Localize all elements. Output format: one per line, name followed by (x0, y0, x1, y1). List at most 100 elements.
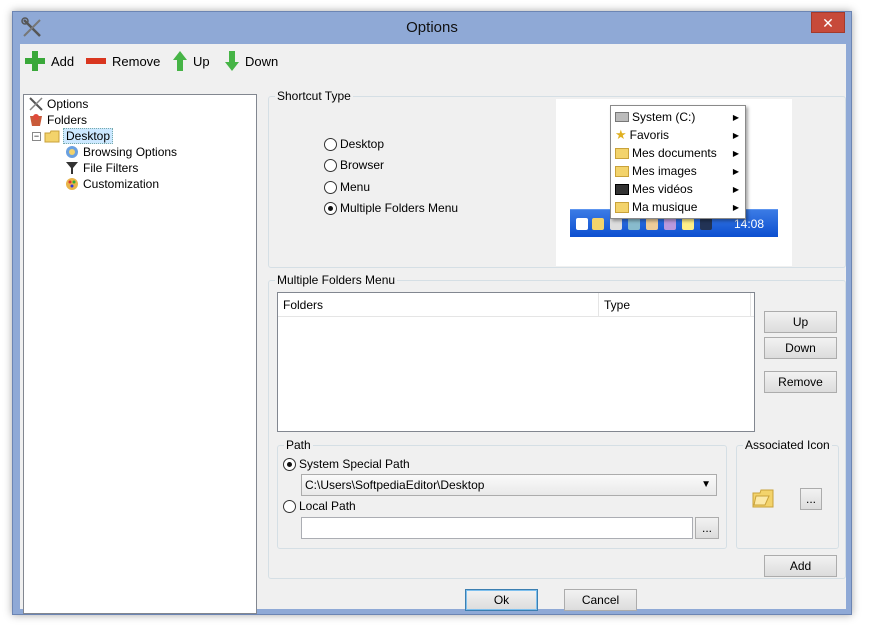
tray-app-icon (628, 218, 640, 230)
shortcut-preview: 14:08 System (C:) ▶ ★ Favoris ▶ Mes docume… (556, 99, 792, 266)
menu-item: Ma musique ▶ (615, 198, 743, 216)
menu-item-label: System (C:) (632, 110, 696, 124)
system-path-value: C:\Users\SoftpediaEditor\Desktop (305, 478, 485, 492)
radio-button[interactable] (283, 499, 296, 513)
options-tree[interactable]: Options Folders − Desktop Browsing Optio… (23, 94, 257, 614)
tree-label: Options (47, 97, 89, 111)
menu-item-label: Mes images (632, 164, 697, 178)
up-button[interactable]: Up (172, 50, 210, 72)
submenu-arrow-icon: ▶ (732, 202, 739, 212)
radio-button[interactable] (324, 158, 337, 172)
submenu-arrow-icon: ▶ (732, 130, 739, 140)
tray-app-icon (664, 218, 676, 230)
filter-icon (66, 162, 78, 174)
remove-label: Remove (112, 53, 161, 69)
add-button[interactable]: Add (24, 50, 74, 72)
music-folder-icon (615, 201, 629, 213)
radio-browser[interactable]: Browser (324, 158, 384, 172)
menu-item-label: Mes vidéos (632, 182, 693, 196)
menu-item: Mes images ▶ (615, 162, 743, 180)
tree-item-file-filters[interactable]: File Filters (64, 160, 138, 176)
submenu-arrow-icon: ▶ (732, 166, 739, 176)
up-label: Up (193, 53, 210, 69)
preview-menu: System (C:) ▶ ★ Favoris ▶ Mes documents ▶ M… (610, 105, 746, 219)
associated-icon-group: Associated Icon ... (736, 438, 839, 549)
radio-menu[interactable]: Menu (324, 180, 370, 194)
down-button[interactable]: Down (224, 50, 278, 72)
submenu-arrow-icon: ▶ (732, 148, 739, 158)
tree-label: Folders (47, 113, 88, 127)
desktop-folder-icon (44, 130, 60, 143)
menu-item-label: Mes documents (632, 146, 717, 160)
radio-label: Local Path (299, 499, 356, 513)
associated-icon-label: Associated Icon (743, 438, 832, 452)
tree-item-customization[interactable]: Customization (64, 176, 159, 192)
radio-system-special-path[interactable]: System Special Path (283, 457, 410, 471)
shortcut-type-label: Shortcut Type (275, 89, 353, 103)
down-label: Down (245, 53, 279, 69)
desktop-folder-icon (752, 489, 774, 508)
radio-button[interactable] (324, 137, 337, 151)
folder-icon (592, 218, 604, 230)
arrow-down-icon (225, 51, 239, 71)
path-label: Path (284, 438, 313, 452)
icon-browse-button[interactable]: ... (800, 488, 822, 510)
column-header-folders[interactable]: Folders (278, 293, 599, 317)
list-header: Folders Type (278, 293, 754, 317)
tree-label: File Filters (83, 161, 139, 175)
list-remove-button[interactable]: Remove (764, 371, 837, 393)
list-down-button[interactable]: Down (764, 337, 837, 359)
radio-local-path[interactable]: Local Path (283, 499, 356, 513)
minus-icon (86, 58, 106, 64)
toolbar: Add Remove Up Down (20, 44, 846, 78)
options-window: Options ✕ Add Remove Up Down Options Fol… (12, 11, 852, 615)
tree-item-browsing-options[interactable]: Browsing Options (64, 144, 177, 160)
multiple-folders-group: Multiple Folders Menu Folders Type Up Do… (268, 273, 846, 579)
tree-item-options[interactable]: Options (28, 96, 88, 112)
tray-app-icon (610, 218, 622, 230)
radio-multiple-folders-menu[interactable]: Multiple Folders Menu (324, 201, 458, 215)
tree-label: Browsing Options (83, 145, 178, 159)
menu-item-label: Ma musique (632, 200, 698, 214)
folder-icon (615, 147, 629, 159)
list-up-button[interactable]: Up (764, 311, 837, 333)
radio-button[interactable] (324, 180, 337, 194)
multiple-folders-label: Multiple Folders Menu (275, 273, 398, 287)
column-header-type[interactable]: Type (599, 293, 751, 317)
radio-button-selected[interactable] (283, 457, 296, 471)
tray-app-icon (646, 218, 658, 230)
tree-item-desktop[interactable]: − Desktop (32, 128, 114, 144)
system-path-select[interactable]: C:\Users\SoftpediaEditor\Desktop ▼ (301, 474, 717, 496)
menu-item: Mes vidéos ▶ (615, 180, 743, 198)
collapse-icon[interactable]: − (32, 131, 41, 141)
tree-item-folders[interactable]: Folders (28, 112, 87, 128)
radio-button-selected[interactable] (324, 201, 337, 215)
menu-item: System (C:) ▶ (615, 108, 743, 126)
ie-icon (576, 218, 588, 230)
tools-icon (29, 97, 43, 111)
close-button[interactable]: ✕ (811, 12, 845, 33)
radio-label: Desktop (340, 137, 385, 151)
radio-label: Multiple Folders Menu (340, 201, 459, 215)
globe-icon (66, 146, 78, 158)
tree-label: Customization (83, 177, 160, 191)
folders-icon (30, 114, 42, 126)
local-path-browse-button[interactable]: ... (695, 517, 719, 539)
plus-icon (25, 51, 45, 71)
arrow-up-icon (173, 51, 187, 71)
title-bar[interactable]: Options ✕ (13, 12, 851, 44)
cancel-button[interactable]: Cancel (564, 589, 637, 611)
submenu-arrow-icon: ▶ (732, 184, 739, 194)
local-path-input[interactable] (301, 517, 693, 539)
remove-button[interactable]: Remove (85, 50, 160, 72)
video-icon (615, 183, 629, 195)
client-area: Add Remove Up Down Options Folders − Des… (20, 44, 846, 614)
radio-label: Menu (340, 180, 371, 194)
radio-desktop[interactable]: Desktop (324, 137, 384, 151)
drive-icon (615, 112, 629, 122)
add-folder-button[interactable]: Add (764, 555, 837, 577)
folders-list[interactable]: Folders Type (277, 292, 755, 432)
path-group: Path System Special Path C:\Users\Softpe… (277, 438, 727, 549)
ok-button[interactable]: Ok (465, 589, 538, 611)
radio-label: Browser (340, 158, 385, 172)
